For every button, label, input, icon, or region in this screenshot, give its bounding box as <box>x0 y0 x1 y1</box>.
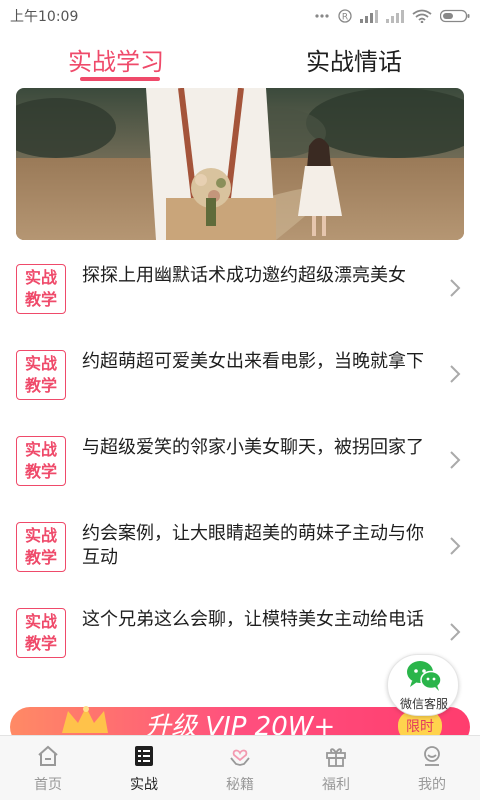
svg-text:R: R <box>342 13 348 23</box>
chevron-right-icon <box>450 451 461 469</box>
badge-line: 实战 <box>24 612 57 631</box>
dots-icon <box>314 11 330 21</box>
badge-line: 实战 <box>24 526 57 545</box>
chevron-right-icon <box>450 623 461 641</box>
top-tabs: 实战学习 实战情话 <box>0 32 480 84</box>
battery-icon <box>440 9 470 23</box>
badge-line: 实战 <box>24 440 57 459</box>
nav-label: 我的 <box>418 777 446 793</box>
heart-hands-icon <box>230 749 250 766</box>
banner-image[interactable] <box>16 88 464 240</box>
registered-icon: R <box>338 9 352 23</box>
article-title: 约会案例，让大眼睛超美的萌妹子主动与你互动 <box>82 523 424 568</box>
article-title: 与超级爱笑的邻家小美女聊天，被拐回家了 <box>82 437 424 458</box>
chevron-right-icon <box>450 537 461 555</box>
nav-item-benefits[interactable]: 福利 <box>288 736 384 800</box>
nav-label: 秘籍 <box>226 777 254 793</box>
tab-practice-love-talk[interactable]: 实战情话 <box>306 42 402 77</box>
gift-icon <box>326 748 346 767</box>
tab-practice-learning[interactable]: 实战学习 <box>68 42 164 77</box>
chevron-right-icon <box>450 279 461 297</box>
signal-icon <box>386 9 404 23</box>
badge-line: 教学 <box>24 548 57 567</box>
article-title: 约超萌超可爱美女出来看电影，当晚就拿下 <box>82 351 424 372</box>
wechat-service-label: 微信客服 <box>399 697 448 711</box>
list-item[interactable]: 实战 教学 探探上用幽默话术成功邀约超级漂亮美女 <box>0 248 480 334</box>
nav-item-practice[interactable]: 实战 <box>96 736 192 800</box>
badge-line: 教学 <box>24 634 57 653</box>
nav-item-secrets[interactable]: 秘籍 <box>192 736 288 800</box>
wechat-icon <box>407 661 442 691</box>
list-item[interactable]: 实战 教学 约会案例，让大眼睛超美的萌妹子主动与你互动 <box>0 506 480 592</box>
chevron-right-icon <box>450 365 461 383</box>
list-item[interactable]: 实战 教学 约超萌超可爱美女出来看电影，当晚就拿下 <box>0 334 480 420</box>
home-icon <box>38 745 58 766</box>
status-time: 上午10:09 <box>10 9 79 25</box>
badge-line: 实战 <box>24 354 57 373</box>
list-item[interactable]: 实战 教学 与超级爱笑的邻家小美女聊天，被拐回家了 <box>0 420 480 506</box>
nav-label: 实战 <box>130 777 158 793</box>
promo-text: 升级 VIP 20W+ <box>145 712 335 735</box>
nav-item-mine[interactable]: 我的 <box>384 736 480 800</box>
profile-icon <box>424 746 440 766</box>
article-title: 探探上用幽默话术成功邀约超级漂亮美女 <box>82 265 406 286</box>
list-icon <box>135 746 153 766</box>
category-badge: 实战 教学 <box>16 436 66 486</box>
article-title: 这个兄弟这么会聊，让模特美女主动给电话 <box>82 609 424 630</box>
nav-item-home[interactable]: 首页 <box>0 736 96 800</box>
badge-line: 实战 <box>24 268 57 287</box>
badge-line: 教学 <box>24 290 57 309</box>
wifi-icon <box>412 9 432 23</box>
promo-tag: 限时 <box>406 719 434 735</box>
badge-line: 教学 <box>24 462 57 481</box>
category-badge: 实战 教学 <box>16 350 66 400</box>
badge-line: 教学 <box>24 376 57 395</box>
status-bar: 上午10:09 R <box>0 0 480 32</box>
tab-underline <box>80 77 160 81</box>
category-badge: 实战 教学 <box>16 608 66 658</box>
signal-icon <box>360 9 378 23</box>
category-badge: 实战 教学 <box>16 522 66 572</box>
nav-label: 首页 <box>34 777 62 793</box>
nav-label: 福利 <box>322 777 350 793</box>
wechat-service-button[interactable]: 微信客服 <box>387 654 459 716</box>
bottom-nav: 首页 实战 秘籍 福利 我的 <box>0 735 480 800</box>
category-badge: 实战 教学 <box>16 264 66 314</box>
